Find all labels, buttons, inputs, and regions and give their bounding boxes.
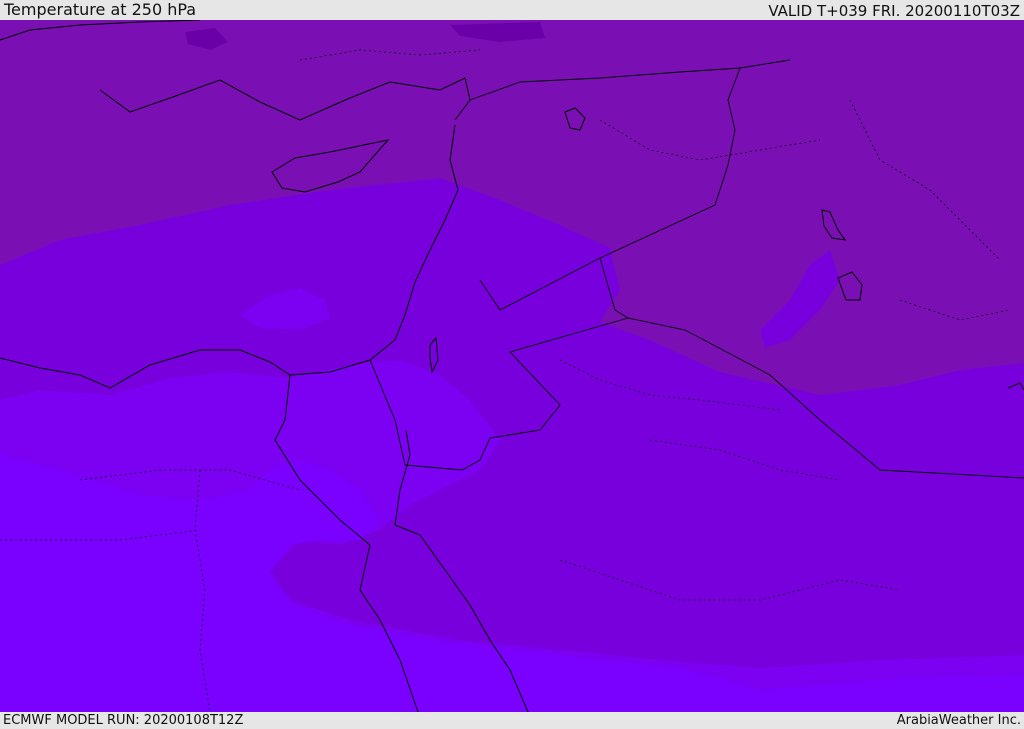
map-canvas xyxy=(0,20,1024,712)
brand-label: ArabiaWeather Inc. xyxy=(896,713,1021,728)
temperature-map[interactable] xyxy=(0,20,1024,712)
map-viewer: Temperature at 250 hPa VALID T+039 FRI. … xyxy=(0,0,1024,729)
header-bar: Temperature at 250 hPa VALID T+039 FRI. … xyxy=(0,0,1024,20)
model-run-label: ECMWF MODEL RUN: 20200108T12Z xyxy=(3,713,244,728)
footer-bar: ECMWF MODEL RUN: 20200108T12Z ArabiaWeat… xyxy=(0,712,1024,729)
map-title: Temperature at 250 hPa xyxy=(4,0,197,19)
valid-time: VALID T+039 FRI. 20200110T03Z xyxy=(768,2,1020,20)
